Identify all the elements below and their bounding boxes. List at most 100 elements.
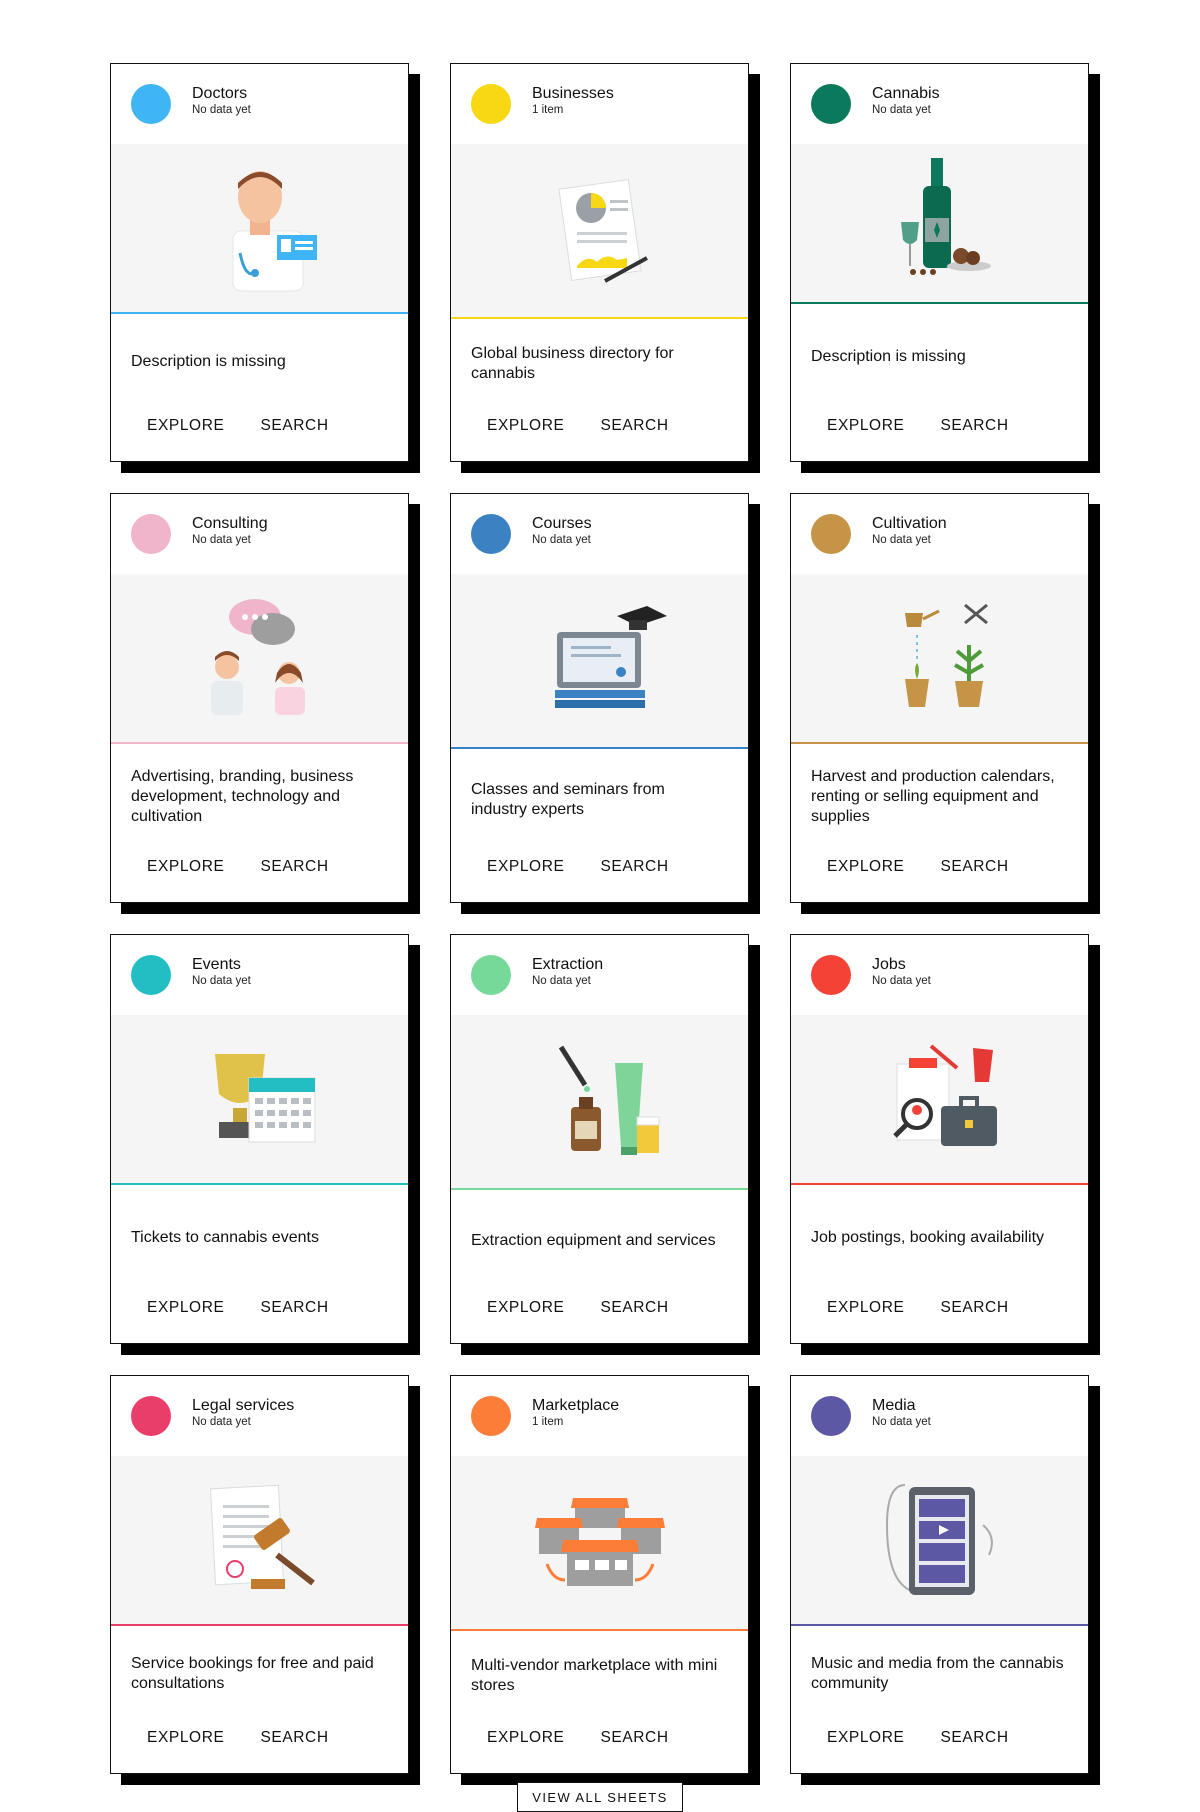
card-illustration [451,574,748,749]
search-button[interactable]: SEARCH [940,417,1008,435]
category-color-dot [471,1396,511,1436]
card-header: Media No data yet [791,1376,1088,1456]
card-item-count: No data yet [872,103,931,116]
search-button[interactable]: SEARCH [940,1299,1008,1317]
card-title: Media [872,1396,916,1414]
card-title: Jobs [872,955,906,973]
plant-pots-icon [904,603,988,707]
card-title: Consulting [192,514,268,532]
card-item-count: No data yet [872,974,931,987]
category-card-marketplace[interactable]: Marketplace 1 item Multi-vendor marketpl… [450,1375,749,1774]
card-description: Job postings, booking availability [811,1229,1045,1246]
doctor-icon [232,171,317,292]
category-color-dot [811,514,851,554]
card-header: Courses No data yet [451,494,748,574]
card-title: Marketplace [532,1396,620,1414]
card-item-count: 1 item [532,103,564,116]
explore-button[interactable]: EXPLORE [487,858,564,876]
category-card-media[interactable]: Media No data yet Music and media from t… [790,1375,1089,1774]
card-illustration [111,574,408,744]
search-button[interactable]: SEARCH [260,1729,328,1747]
category-color-dot [131,84,171,124]
search-button[interactable]: SEARCH [260,417,328,435]
card-item-count: No data yet [872,533,931,546]
explore-button[interactable]: EXPLORE [827,417,904,435]
search-button[interactable]: SEARCH [260,1299,328,1317]
category-color-dot [811,955,851,995]
card-description: Extraction equipment and services [471,1231,716,1249]
explore-button[interactable]: EXPLORE [147,1729,224,1747]
explore-button[interactable]: EXPLORE [487,1729,564,1747]
explore-button[interactable]: EXPLORE [147,417,224,435]
card-header: Businesses 1 item [451,64,748,144]
search-button[interactable]: SEARCH [600,417,668,435]
category-grid: Doctors No data yet Description is missi… [110,63,1089,1774]
card-title: Events [192,955,241,973]
business-report-icon [557,178,648,283]
category-card-doctors[interactable]: Doctors No data yet Description is missi… [110,63,409,462]
card-header: Marketplace 1 item [451,1376,748,1456]
card-item-count: No data yet [532,533,591,546]
card-illustration [111,1456,408,1626]
card-header: Cultivation No data yet [791,494,1088,574]
trophy-calendar-icon [214,1054,315,1143]
card-item-count: No data yet [192,103,251,116]
search-button[interactable]: SEARCH [600,1299,668,1317]
explore-button[interactable]: EXPLORE [827,1729,904,1747]
explore-button[interactable]: EXPLORE [487,417,564,435]
category-card-extraction[interactable]: Extraction No data yet Extraction equipm… [450,934,749,1344]
category-card-consulting[interactable]: Consulting No data yet Advertising, bran… [110,493,409,903]
card-illustration [791,574,1088,744]
card-description: Classes and seminars from industry exper… [471,780,665,818]
card-illustration [791,1015,1088,1185]
card-item-count: No data yet [872,1415,931,1428]
search-button[interactable]: SEARCH [940,858,1008,876]
explore-button[interactable]: EXPLORE [827,858,904,876]
card-item-count: 1 item [532,1415,564,1428]
category-card-cultivation[interactable]: Cultivation No data yet Harvest and prod… [790,493,1089,903]
category-color-dot [131,514,171,554]
card-item-count: No data yet [532,974,591,987]
view-all-sheets-button[interactable]: VIEW ALL SHEETS [517,1782,683,1812]
category-card-jobs[interactable]: Jobs No data yet Job postings, booking a… [790,934,1089,1344]
card-illustration [451,144,748,319]
media-tablet-icon [885,1484,993,1595]
category-color-dot [471,955,511,995]
card-description: Tickets to cannabis events [131,1229,319,1246]
card-illustration [111,1015,408,1185]
explore-button[interactable]: EXPLORE [147,858,224,876]
category-color-dot [471,514,511,554]
explore-button[interactable]: EXPLORE [827,1299,904,1317]
card-item-count: No data yet [192,533,251,546]
wine-bottle-icon [900,158,991,275]
category-card-legal-services[interactable]: Legal services No data yet Service booki… [110,1375,409,1774]
category-card-events[interactable]: Events No data yet Tickets to cannabis e… [110,934,409,1344]
search-button[interactable]: SEARCH [600,858,668,876]
category-color-dot [131,1396,171,1436]
job-tools-icon [892,1044,997,1146]
card-header: Legal services No data yet [111,1376,408,1456]
card-description: Advertising, branding, business developm… [131,768,354,825]
consultants-icon [210,599,305,715]
card-header: Extraction No data yet [451,935,748,1015]
card-illustration [451,1456,748,1631]
search-button[interactable]: SEARCH [260,858,328,876]
category-card-cannabis[interactable]: Cannabis No data yet Description is miss… [790,63,1089,462]
card-description: Description is missing [811,347,966,365]
category-color-dot [471,84,511,124]
explore-button[interactable]: EXPLORE [487,1299,564,1317]
card-description: Service bookings for free and paid consu… [131,1654,374,1692]
category-color-dot [131,955,171,995]
card-title: Businesses [532,84,614,102]
explore-button[interactable]: EXPLORE [147,1299,224,1317]
graduation-laptop-icon [554,605,667,708]
card-item-count: No data yet [192,974,251,987]
category-card-businesses[interactable]: Businesses 1 item Global business direct… [450,63,749,462]
card-description: Global business directory for cannabis [471,345,674,382]
category-card-courses[interactable]: Courses No data yet Classes and seminars… [450,493,749,903]
search-button[interactable]: SEARCH [600,1729,668,1747]
card-header: Jobs No data yet [791,935,1088,1015]
card-illustration [451,1015,748,1190]
search-button[interactable]: SEARCH [940,1729,1008,1747]
category-color-dot [811,1396,851,1436]
